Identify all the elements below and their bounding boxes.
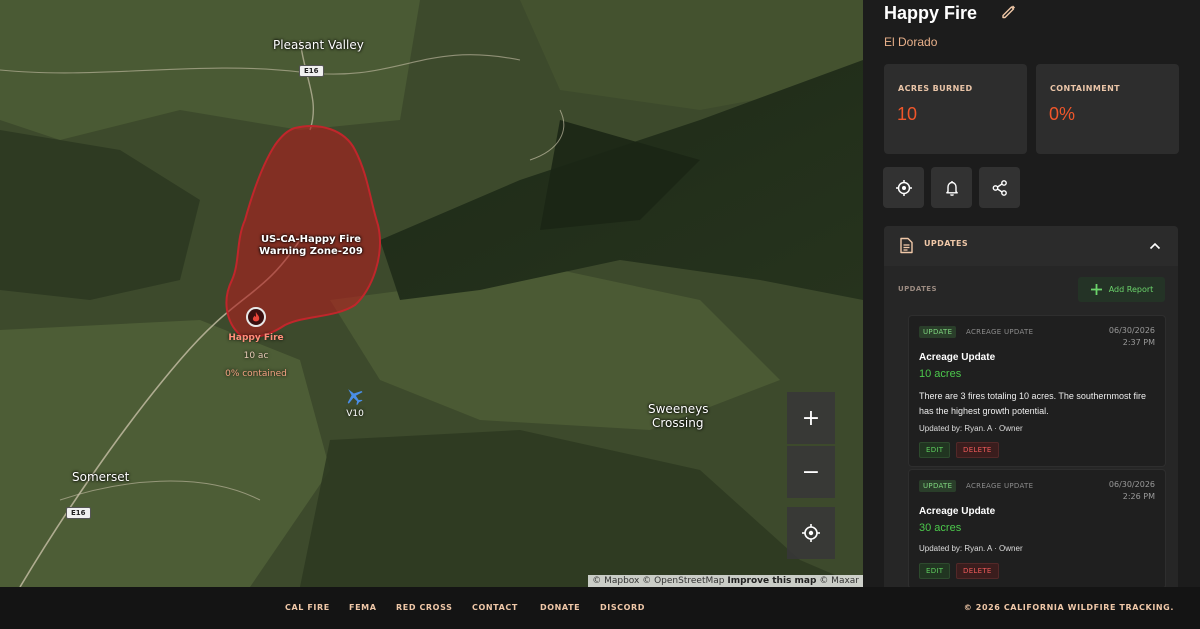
road-shield-e16-north: E16: [299, 65, 324, 77]
zoom-in-button[interactable]: +: [787, 392, 835, 444]
edit-report-button[interactable]: EDIT: [919, 442, 951, 458]
locate-me-button[interactable]: [787, 507, 835, 559]
updates-sub-label: UPDATES: [898, 285, 937, 293]
report-acres: 10 acres: [919, 368, 962, 380]
zone-label-line2: Warning Zone-209: [259, 246, 363, 257]
chevron-up-icon[interactable]: [1148, 240, 1162, 252]
pencil-icon: [1002, 5, 1015, 19]
app-root: Pleasant Valley E16 Somerset E16 Sweeney…: [0, 0, 1200, 629]
report-author: Updated by: Ryan. A · Owner: [919, 544, 1023, 553]
footer-link-contact[interactable]: CONTACT: [472, 603, 518, 612]
satellite-terrain: [0, 0, 863, 587]
copyright: © 2026 CALIFORNIA WILDFIRE TRACKING.: [963, 603, 1174, 612]
minus-icon: −: [801, 459, 821, 485]
updates-title: UPDATES: [924, 239, 969, 248]
place-somerset: Somerset: [72, 470, 130, 484]
plus-icon: [1090, 284, 1102, 295]
fire-title: Happy Fire: [884, 3, 978, 23]
map-view[interactable]: Pleasant Valley E16 Somerset E16 Sweeney…: [0, 0, 863, 587]
attribution-osm[interactable]: © OpenStreetMap: [642, 576, 724, 586]
flame-icon: [252, 311, 260, 321]
footer-link-fema[interactable]: FEMA: [349, 603, 376, 612]
report-title: Acreage Update: [919, 506, 996, 517]
fire-marker-acres: 10 ac: [243, 351, 269, 361]
footer-link-discord[interactable]: DISCORD: [600, 603, 645, 612]
report-author: Updated by: Ryan. A · Owner: [919, 424, 1023, 433]
edit-report-button[interactable]: EDIT: [919, 563, 951, 579]
footer-link-donate[interactable]: DONATE: [540, 603, 580, 612]
aircraft-label: V10: [346, 409, 364, 419]
bell-icon: [945, 180, 958, 196]
attribution-maxar[interactable]: © Maxar: [819, 576, 859, 586]
report-type: ACREAGE UPDATE: [966, 328, 1034, 336]
containment-label: CONTAINMENT: [1050, 84, 1121, 93]
report-badge: UPDATE: [919, 326, 957, 338]
report-time: 2:26 PM: [1122, 492, 1155, 501]
containment-value: 0%: [1049, 104, 1076, 124]
locate-fire-button[interactable]: [883, 167, 924, 208]
report-datetime: 06/30/2026 2:37 PM: [1109, 325, 1155, 349]
crosshair-icon: [802, 524, 820, 542]
acres-burned-value: 10: [897, 104, 918, 124]
plus-icon: +: [801, 405, 821, 431]
aircraft-icon[interactable]: [343, 385, 365, 407]
document-icon: [900, 237, 913, 254]
acres-burned-card: ACRES BURNED 10: [884, 64, 1027, 154]
containment-card: CONTAINMENT 0%: [1036, 64, 1179, 154]
updates-section: UPDATES UPDATES Add Report UPDATE ACREAG…: [884, 226, 1178, 587]
zoom-out-button[interactable]: −: [787, 446, 835, 498]
edit-title-button[interactable]: [1000, 2, 1018, 24]
report-datetime: 06/30/2026 2:26 PM: [1109, 479, 1155, 503]
fire-marker-name: Happy Fire: [228, 333, 284, 343]
report-card: UPDATE ACREAGE UPDATE 06/30/2026 2:26 PM…: [908, 469, 1166, 587]
report-date: 06/30/2026: [1108, 480, 1155, 489]
warning-zone-label: US-CA-Happy Fire Warning Zone-209: [258, 234, 364, 258]
attribution-improve[interactable]: Improve this map: [727, 576, 816, 586]
place-pleasant-valley: Pleasant Valley: [273, 38, 364, 52]
notify-button[interactable]: [931, 167, 972, 208]
updates-header[interactable]: UPDATES: [884, 226, 1178, 266]
site-footer: CAL FIRE FEMA RED CROSS CONTACT DONATE D…: [0, 587, 1200, 629]
zone-label-line1: US-CA-Happy Fire: [260, 234, 362, 245]
add-report-button[interactable]: Add Report: [1078, 277, 1165, 302]
map-attribution: © Mapbox © OpenStreetMap Improve this ma…: [588, 575, 863, 587]
target-icon: [895, 179, 912, 196]
attribution-mapbox[interactable]: © Mapbox: [592, 576, 639, 586]
fire-marker[interactable]: [246, 307, 266, 327]
add-report-label: Add Report: [1108, 285, 1154, 294]
footer-link-red-cross[interactable]: RED CROSS: [396, 603, 452, 612]
report-title: Acreage Update: [919, 352, 996, 363]
report-description: There are 3 fires totaling 10 acres. The…: [919, 391, 1146, 416]
delete-report-button[interactable]: DELETE: [956, 442, 999, 458]
county-name: El Dorado: [884, 35, 938, 49]
footer-link-cal-fire[interactable]: CAL FIRE: [285, 603, 330, 612]
road-shield-e16-south: E16: [66, 507, 91, 519]
report-date: 06/30/2026: [1108, 326, 1155, 335]
report-time: 2:37 PM: [1122, 338, 1155, 347]
place-sweeneys-crossing-line2: Crossing: [652, 416, 704, 430]
fire-marker-contained: 0% contained: [225, 369, 287, 379]
fire-detail-panel: Happy Fire El Dorado ACRES BURNED 10 CON…: [863, 0, 1200, 587]
report-type: ACREAGE UPDATE: [966, 482, 1034, 490]
report-card: UPDATE ACREAGE UPDATE 06/30/2026 2:37 PM…: [908, 315, 1166, 467]
report-acres: 30 acres: [919, 522, 962, 534]
place-sweeneys-crossing-line1: Sweeneys: [648, 402, 709, 416]
delete-report-button[interactable]: DELETE: [956, 563, 999, 579]
share-button[interactable]: [979, 167, 1020, 208]
share-icon: [992, 179, 1007, 196]
acres-burned-label: ACRES BURNED: [898, 84, 973, 93]
report-badge: UPDATE: [919, 480, 957, 492]
